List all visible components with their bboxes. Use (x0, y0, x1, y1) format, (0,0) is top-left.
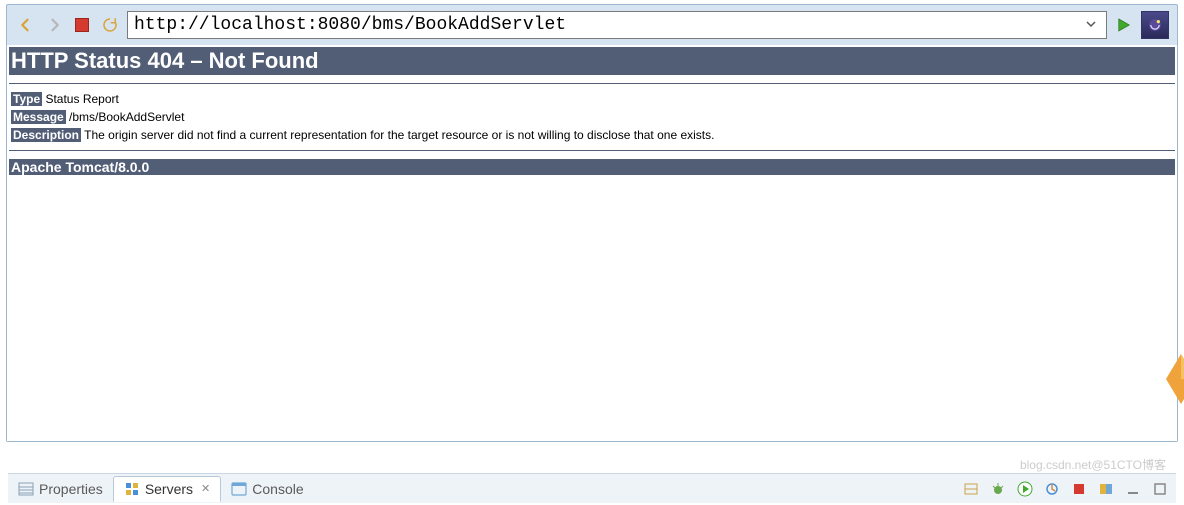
error-label-message: Message (11, 110, 66, 124)
servers-icon (124, 481, 140, 497)
run-icon[interactable] (1017, 481, 1033, 497)
server-signature: Apache Tomcat/8.0.0 (9, 159, 1175, 175)
tab-servers[interactable]: Servers ✕ (113, 476, 221, 502)
go-button[interactable] (1113, 14, 1135, 36)
profile-icon[interactable] (1044, 481, 1060, 497)
error-label-description: Description (11, 128, 81, 142)
error-text-description: The origin server did not find a current… (81, 128, 714, 142)
stop-icon (75, 18, 89, 32)
tab-label: Properties (39, 481, 103, 497)
browser-content: HTTP Status 404 – Not Found Type Status … (7, 45, 1177, 441)
close-icon[interactable]: ✕ (201, 482, 210, 495)
debug-icon[interactable] (990, 481, 1006, 497)
error-heading: HTTP Status 404 – Not Found (9, 47, 1175, 75)
tab-label: Servers (145, 481, 193, 497)
watermark: blog.csdn.net@51CTO博客 (1020, 456, 1166, 473)
console-icon (231, 481, 247, 497)
no-servers-icon[interactable] (963, 481, 979, 497)
properties-icon (18, 481, 34, 497)
tab-label: Console (252, 481, 303, 497)
divider (9, 83, 1175, 84)
refresh-button[interactable] (99, 14, 121, 36)
eclipse-badge (1141, 11, 1169, 39)
browser-toolbar (7, 5, 1177, 45)
publish-icon[interactable] (1098, 481, 1114, 497)
error-text-type: Status Report (42, 92, 119, 106)
tab-console[interactable]: Console (221, 476, 313, 502)
error-label-type: Type (11, 92, 42, 106)
tab-properties[interactable]: Properties (8, 476, 113, 502)
divider (9, 150, 1175, 151)
url-input[interactable] (134, 15, 1082, 35)
internal-browser-panel: HTTP Status 404 – Not Found Type Status … (6, 4, 1178, 442)
forward-button[interactable] (43, 14, 65, 36)
url-dropdown-button[interactable] (1082, 15, 1100, 35)
error-line-type: Type Status Report (11, 92, 1175, 106)
error-line-description: Description The origin server did not fi… (11, 128, 1175, 142)
stop-server-icon[interactable] (1071, 481, 1087, 497)
url-bar[interactable] (127, 11, 1107, 39)
bottom-tab-bar: Properties Servers ✕ Console (8, 473, 1176, 503)
error-text-message: /bms/BookAddServlet (66, 110, 185, 124)
minimize-icon[interactable] (1125, 481, 1141, 497)
maximize-icon[interactable] (1152, 481, 1168, 497)
back-button[interactable] (15, 14, 37, 36)
view-toolbar-icons (963, 481, 1176, 497)
stop-button[interactable] (71, 14, 93, 36)
error-line-message: Message /bms/BookAddServlet (11, 110, 1175, 124)
